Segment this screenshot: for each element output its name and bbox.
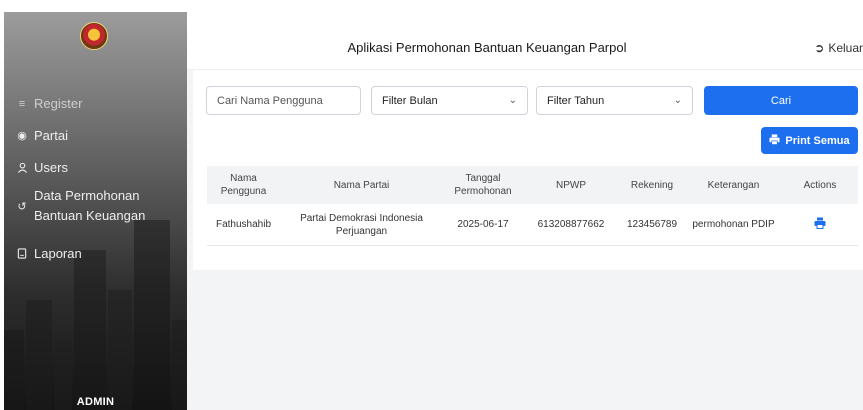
cell-nama-pengguna: Fathushahib: [215, 219, 272, 230]
arrow-icon: ↺: [17, 200, 27, 213]
sidebar-item-data-permohonan[interactable]: ↺ Data Permohonan Bantuan Keuangan: [16, 186, 145, 226]
sidebar-item-label: Register: [34, 96, 83, 111]
column-header: Nama Partai: [333, 179, 390, 191]
column-header: NPWP: [556, 179, 586, 191]
cell-npwp: 613208877662: [537, 219, 605, 230]
user-icon: [16, 162, 28, 174]
party-icon: ◉: [17, 130, 27, 142]
list-icon: ≡: [18, 97, 26, 110]
sidebar-item-register[interactable]: ≡ Register: [16, 96, 83, 111]
column-header: Nama Pengguna: [220, 173, 267, 197]
sidebar-item-label: Users: [34, 160, 68, 175]
page-title: Aplikasi Permohonan Bantuan Keuangan Par…: [347, 40, 627, 55]
sidebar-item-label-line1: Data Permohonan: [34, 188, 140, 203]
document-icon: [16, 248, 28, 260]
print-row-icon[interactable]: [814, 217, 826, 233]
chevron-down-icon: ⌄: [508, 95, 517, 106]
cell-nama-partai: Partai Demokrasi Indonesia Perjuangan: [300, 212, 423, 237]
sidebar-item-partai[interactable]: ◉ Partai: [16, 128, 68, 143]
app-logo: [80, 22, 108, 50]
table-row: Fathushahib Partai Demokrasi Indonesia P…: [207, 204, 858, 246]
search-placeholder: Cari Nama Pengguna: [217, 94, 323, 107]
column-header: Actions: [803, 179, 837, 191]
search-input[interactable]: Cari Nama Pengguna: [206, 86, 361, 115]
sidebar-item-users[interactable]: Users: [16, 160, 68, 175]
chevron-down-icon: ⌄: [673, 95, 682, 106]
user-role-label: ADMIN: [76, 396, 115, 408]
sidebar-item-laporan[interactable]: Laporan: [16, 246, 82, 261]
cell-tanggal: 2025-06-17: [457, 219, 509, 230]
search-button[interactable]: Cari: [704, 86, 858, 115]
cell-keterangan: permohonan PDIP: [692, 219, 775, 230]
sidebar: ≡ Register ◉ Partai Users ↺ Data Permoho…: [4, 12, 187, 410]
year-filter-label: Filter Tahun: [547, 94, 605, 107]
month-filter-label: Filter Bulan: [382, 94, 438, 107]
month-filter-select[interactable]: Filter Bulan ⌄: [371, 86, 528, 115]
sidebar-item-label-line2: Bantuan Keuangan: [34, 208, 146, 223]
year-filter-select[interactable]: Filter Tahun ⌄: [536, 86, 693, 115]
cell-actions: [782, 204, 858, 245]
cell-rekening: 123456789: [626, 219, 678, 230]
printer-icon: [769, 133, 780, 148]
logout-label: Keluar: [828, 41, 863, 55]
sidebar-item-label: Laporan: [34, 246, 82, 261]
sidebar-item-label: Partai: [34, 128, 68, 143]
header: Aplikasi Permohonan Bantuan Keuangan Par…: [187, 12, 863, 70]
requests-table: Nama Pengguna Nama Partai Tanggal Permoh…: [207, 166, 858, 246]
logout-button[interactable]: ➲ Keluar: [814, 41, 863, 55]
column-header: Keterangan: [707, 179, 760, 191]
print-all-label: Print Semua: [785, 134, 850, 147]
column-header: Tanggal Permohonan: [454, 173, 512, 197]
logout-icon: ➲: [814, 41, 825, 55]
print-all-button[interactable]: Print Semua: [761, 127, 858, 154]
column-header: Rekening: [630, 179, 674, 191]
table-header: Nama Pengguna Nama Partai Tanggal Permoh…: [207, 166, 858, 204]
